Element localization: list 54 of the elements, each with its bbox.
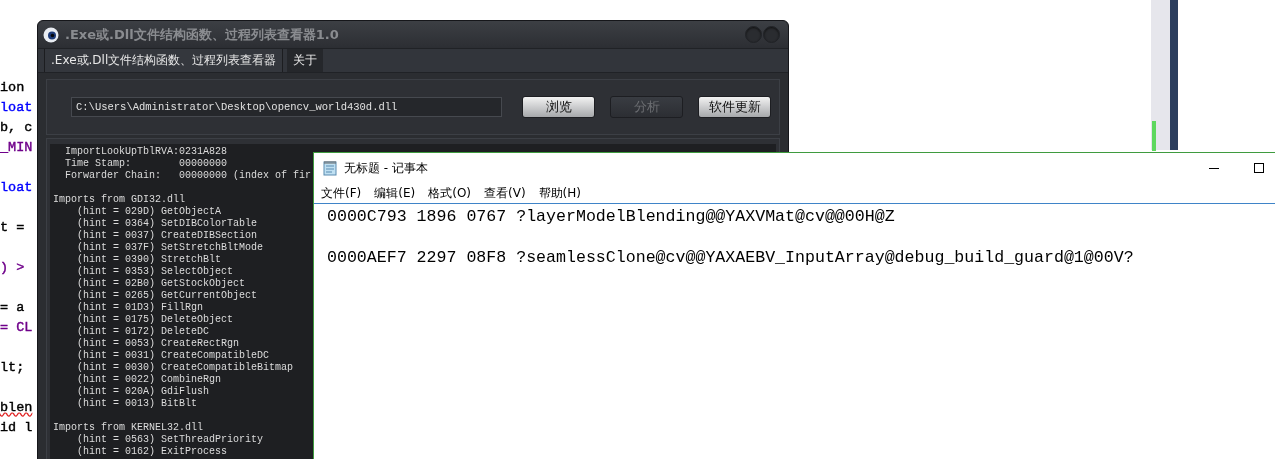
code-text: blen: [0, 400, 33, 415]
path-field[interactable]: C:\Users\Administrator\Desktop\opencv_world430d.dll: [71, 97, 502, 117]
output-line: Forwarder Chain: 00000000 (index of fir: [64, 170, 312, 181]
action-button[interactable]: 软件更新: [698, 96, 771, 118]
output-line: (hint = 0265) GetCurrentObject: [76, 290, 258, 301]
eye-icon: [43, 26, 59, 43]
output-line: (hint = 0563) SetThreadPriority: [76, 434, 264, 445]
code-text: loat: [0, 100, 33, 115]
output-line: (hint = 029D) GetObjectA: [76, 206, 222, 217]
action-button[interactable]: 浏览: [522, 96, 595, 118]
code-text: id l: [0, 420, 33, 435]
output-line: Imports from GDI32.dll: [53, 194, 186, 205]
window-title: .Exe或.Dll文件结构函数、过程列表查看器1.0: [65, 25, 339, 44]
output-line: (hint = 0353) SelectObject: [76, 266, 234, 277]
code-text: = a: [0, 300, 25, 315]
output-line: (hint = 0053) CreateRectRgn: [76, 338, 240, 349]
output-line: (hint = 0013) BitBlt: [76, 398, 198, 409]
menu-item[interactable]: 文件(F): [321, 184, 362, 202]
output-line: (hint = 0030) CreateCompatibleBitmap: [76, 362, 294, 373]
output-line: (hint = 020A) GdiFlush: [76, 386, 210, 397]
output-line: ImportLookUpTblRVA:0231A828: [64, 146, 228, 157]
tab[interactable]: .Exe或.Dll文件结构函数、过程列表查看器: [44, 49, 284, 72]
output-line: (hint = 0031) CreateCompatibleDC: [76, 350, 270, 361]
code-text: = CL: [0, 320, 33, 335]
text-line: 0000C793 1896 0767 ?layerModelBlending@@YAXVMat@cv@@00H@Z: [327, 207, 895, 226]
menu-item[interactable]: 编辑(E): [374, 184, 416, 202]
tab[interactable]: 关于: [287, 49, 324, 72]
window-title: 无标题 - 记事本: [344, 159, 428, 177]
code-text: _MIN: [0, 140, 33, 155]
notepad-icon: [322, 160, 338, 176]
code-text: lt;: [0, 360, 25, 375]
change-marker: [1152, 121, 1156, 151]
code-text: loat: [0, 180, 33, 195]
output-line: (hint = 037F) SetStretchBltMode: [76, 242, 264, 253]
output-line: Time Stamp: 00000000: [64, 158, 228, 169]
code-text: t =: [0, 220, 25, 235]
output-line: Imports from KERNEL32.dll: [53, 422, 204, 433]
menu-item[interactable]: 帮助(H): [538, 184, 581, 202]
code-text: ) >: [0, 260, 25, 275]
output-line: (hint = 02B0) GetStockObject: [76, 278, 246, 289]
text-line: 0000AEF7 2297 08F8 ?seamlessClone@cv@@YAXAEBV_InputArray@debug_build_guard@1@00V?: [327, 248, 1134, 267]
code-text: ion: [0, 80, 25, 95]
output-line: (hint = 0037) CreateDIBSection: [76, 230, 258, 241]
output-line: (hint = 0172) DeleteDC: [76, 326, 210, 337]
output-line: (hint = 0175) DeleteObject: [76, 314, 234, 325]
menu-item[interactable]: 格式(O): [428, 184, 472, 202]
output-line: (hint = 0390) StretchBlt: [76, 254, 222, 265]
output-line: (hint = 0022) CombineRgn: [76, 374, 222, 385]
output-line: (hint = 0162) ExitProcess: [76, 446, 228, 457]
maximize-icon[interactable]: [1253, 162, 1265, 174]
output-line: (hint = 0364) SetDIBColorTable: [76, 218, 258, 229]
code-text: b, c: [0, 120, 33, 135]
output-line: (hint = 01D3) FillRgn: [76, 302, 204, 313]
menu-item[interactable]: 查看(V): [484, 184, 526, 202]
